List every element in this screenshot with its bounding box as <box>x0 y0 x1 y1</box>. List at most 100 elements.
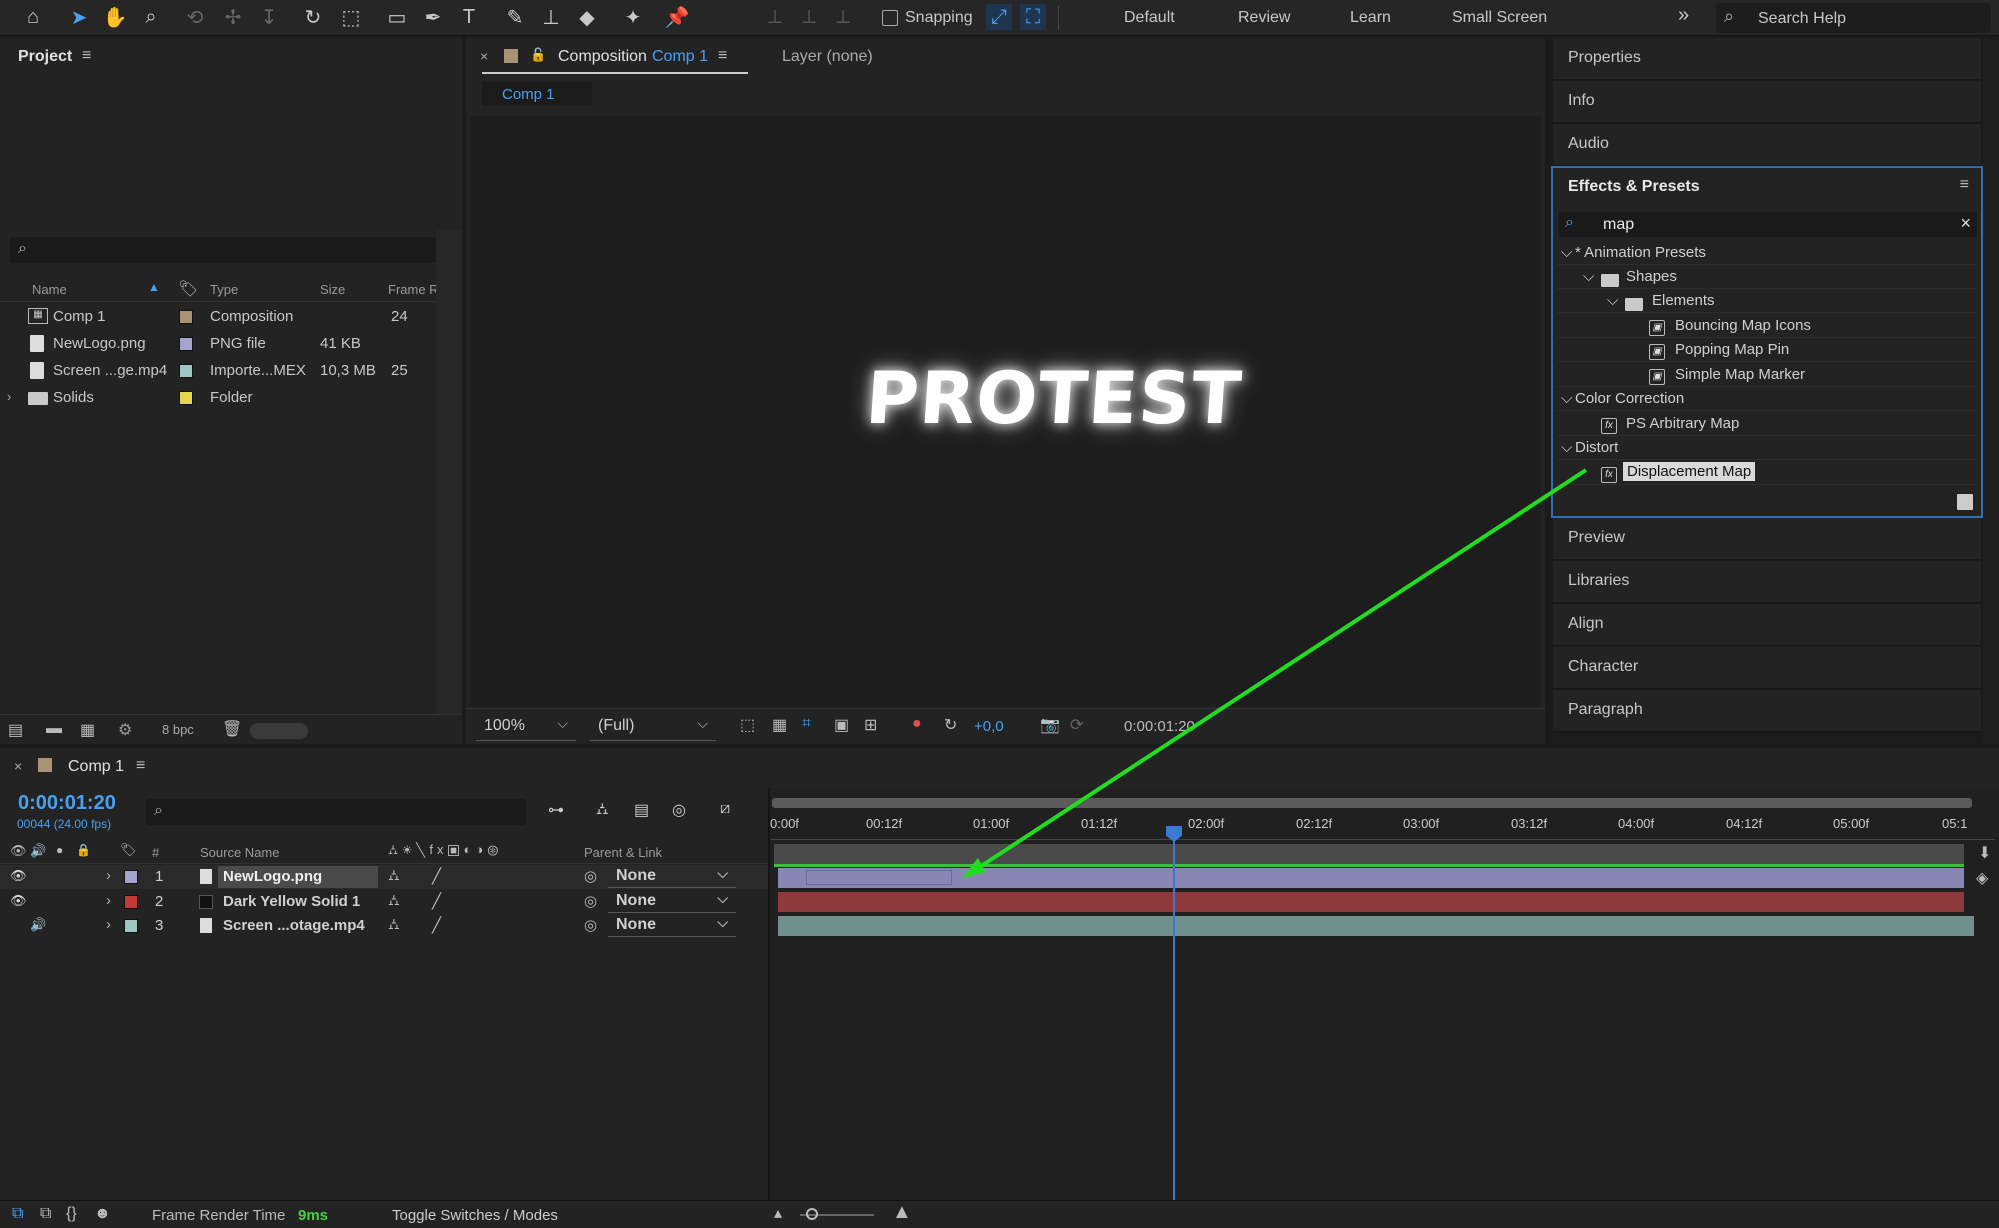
thumbnail-slider[interactable] <box>250 723 308 739</box>
trash-icon[interactable]: 🗑 <box>222 719 242 739</box>
align-panel-tab[interactable]: Align <box>1553 604 1981 646</box>
type-tool-icon[interactable]: T <box>456 4 482 30</box>
expand-chevron-icon[interactable]: › <box>7 389 11 404</box>
parent-pickwhip-icon[interactable]: ◎ <box>584 867 597 885</box>
audio-switch-icon[interactable]: 🔊 <box>30 917 46 933</box>
source-name-header[interactable]: Source Name <box>200 845 279 860</box>
layer-name[interactable]: NewLogo.png <box>218 866 378 888</box>
selection-tool-icon[interactable]: ➤ <box>66 4 92 30</box>
snapping-checkbox[interactable] <box>882 10 898 26</box>
clear-search-icon[interactable]: × <box>1960 213 1971 234</box>
fast-previews-icon[interactable]: ⬚ <box>740 715 755 735</box>
expand-chevron-icon[interactable]: › <box>106 867 111 884</box>
composition-viewer[interactable]: PROTEST <box>470 116 1541 706</box>
panel-menu-icon[interactable]: ≡ <box>136 757 145 775</box>
audio-panel-tab[interactable]: Audio <box>1553 124 1981 166</box>
close-tab-icon[interactable]: × <box>480 48 488 64</box>
properties-panel-tab[interactable]: Properties <box>1553 38 1981 80</box>
project-search-input[interactable]: ⌕ <box>10 237 450 263</box>
show-snapshot-icon[interactable]: ⟳ <box>1070 715 1083 735</box>
layer-row[interactable]: 👁 › 2 Dark Yellow Solid 1 ⛼ ╱ ◎ None <box>0 890 770 914</box>
preview-panel-tab[interactable]: Preview <box>1553 518 1981 560</box>
new-preset-icon[interactable] <box>1957 494 1973 510</box>
viewer-timecode[interactable]: 0:00:01:20 <box>1124 718 1195 735</box>
col-type[interactable]: Type <box>210 282 238 297</box>
toggle-switches-modes-button[interactable]: Toggle Switches / Modes <box>392 1207 558 1224</box>
layer-label-swatch[interactable] <box>124 870 138 884</box>
layer-track-footage[interactable] <box>778 916 1974 936</box>
region-of-interest-icon[interactable]: ▣ <box>834 715 849 735</box>
layer-name[interactable]: Dark Yellow Solid 1 <box>223 893 360 910</box>
current-time-display[interactable]: 0:00:01:20 <box>18 792 116 815</box>
character-panel-tab[interactable]: Character <box>1553 647 1981 689</box>
workspace-default[interactable]: Default <box>1124 9 1175 27</box>
composition-tab-name[interactable]: Comp 1 <box>652 48 708 66</box>
hand-tool-icon[interactable]: ✋ <box>102 4 128 30</box>
panel-menu-icon[interactable]: ≡ <box>82 47 91 65</box>
tree-preset-bouncing-map-icons[interactable]: ▣ Bouncing Map Icons <box>1557 314 1977 338</box>
parent-dropdown[interactable]: None <box>608 888 736 913</box>
chevron-down-icon[interactable]: ⌵ <box>1561 439 1572 456</box>
layer-name[interactable]: Screen ...otage.mp4 <box>223 917 365 934</box>
snap-feather-icon[interactable]: ⛶ <box>1020 4 1046 30</box>
workspace-review[interactable]: Review <box>1238 9 1290 27</box>
project-item[interactable]: ▦ Comp 1 Composition 24 ⊶ <box>0 304 462 331</box>
panel-menu-icon[interactable]: ≡ <box>1960 176 1969 194</box>
right-panel-scrollbar[interactable] <box>1983 38 1999 744</box>
col-name[interactable]: Name <box>32 282 67 297</box>
transparency-grid-icon[interactable]: ▦ <box>772 715 787 735</box>
mask-visibility-icon[interactable]: ⌗ <box>802 715 811 733</box>
comp-button-icon[interactable]: ◈ <box>1976 868 1988 888</box>
chevron-down-icon[interactable]: ⌵ <box>1607 292 1618 309</box>
new-folder-icon[interactable]: ▬ <box>46 720 62 738</box>
expand-chevron-icon[interactable]: › <box>106 892 111 909</box>
chevron-down-icon[interactable]: ⌵ <box>1561 390 1572 407</box>
parent-pickwhip-icon[interactable]: ◎ <box>584 916 597 934</box>
search-help-field[interactable]: ⌕ Search Help <box>1716 3 1991 33</box>
clone-stamp-icon[interactable]: ⊥ <box>538 4 564 30</box>
tree-folder-shapes[interactable]: ⌵ Shapes <box>1557 265 1977 289</box>
panel-menu-icon[interactable]: ≡ <box>718 47 727 65</box>
zoom-tool-icon[interactable]: ⌕ <box>138 4 164 30</box>
pan-behind-icon[interactable]: ⬚ <box>338 4 364 30</box>
shy-switch-icon[interactable]: ⛼ <box>388 867 400 886</box>
quality-switch-icon[interactable]: ╱ <box>432 916 441 934</box>
comp-range-bar[interactable] <box>774 844 1964 866</box>
video-visibility-icon[interactable]: 👁 <box>10 868 27 884</box>
project-item[interactable]: NewLogo.png PNG file 41 KB <box>0 331 462 358</box>
composition-mini-flowchart-icon[interactable]: ⊶ <box>548 800 564 820</box>
col-size[interactable]: Size <box>320 282 345 297</box>
libraries-panel-tab[interactable]: Libraries <box>1553 561 1981 603</box>
snap-edges-icon[interactable]: ⤢ <box>986 4 1012 30</box>
lock-icon[interactable]: 🔓 <box>530 47 546 63</box>
graph-editor-icon[interactable]: ⧄ <box>720 800 730 818</box>
draft-3d-icon[interactable]: ⛼ <box>596 800 609 820</box>
parent-pickwhip-icon[interactable]: ◎ <box>584 892 597 910</box>
layer-track-newlogo[interactable] <box>778 868 1964 888</box>
project-item[interactable]: Screen ...ge.mp4 Importe...MEX 10,3 MB 2… <box>0 358 462 385</box>
eraser-tool-icon[interactable]: ◆ <box>574 4 600 30</box>
effects-search-input[interactable]: ⌕ map × <box>1559 212 1977 237</box>
info-panel-tab[interactable]: Info <box>1553 81 1981 123</box>
shy-switch-icon[interactable]: ⛼ <box>388 892 400 911</box>
home-icon[interactable]: ⌂ <box>20 4 46 30</box>
tree-group-animation-presets[interactable]: ⌵ * Animation Presets <box>1557 241 1977 265</box>
axis-view-icon[interactable]: ⟂ <box>830 4 856 30</box>
work-area-bar[interactable] <box>772 798 1972 808</box>
axis-local-icon[interactable]: ⟂ <box>762 4 788 30</box>
frame-blending-icon[interactable]: ▤ <box>634 800 649 820</box>
project-item[interactable]: › Solids Folder <box>0 385 462 412</box>
project-panel-title[interactable]: Project <box>18 48 72 66</box>
tree-effect-displacement-map[interactable]: fx Displacement Map <box>1557 461 1977 485</box>
transfer-controls-icon[interactable]: ⧉ <box>40 1205 51 1223</box>
rotation-tool-icon[interactable]: ↻ <box>300 4 326 30</box>
brush-tool-icon[interactable]: ✎ <box>502 4 528 30</box>
pen-tool-icon[interactable]: ✒ <box>420 4 446 30</box>
tree-preset-popping-map-pin[interactable]: ▣ Popping Map Pin <box>1557 338 1977 362</box>
resolution-dropdown[interactable]: (Full) <box>590 713 716 741</box>
layer-label-swatch[interactable] <box>124 919 138 933</box>
orbit-camera-icon[interactable]: ⟲ <box>182 4 208 30</box>
color-channels-icon[interactable]: ● <box>912 715 922 733</box>
zoom-dropdown[interactable]: 100% <box>476 713 576 741</box>
timeline-search-input[interactable]: ⌕ <box>146 799 526 825</box>
